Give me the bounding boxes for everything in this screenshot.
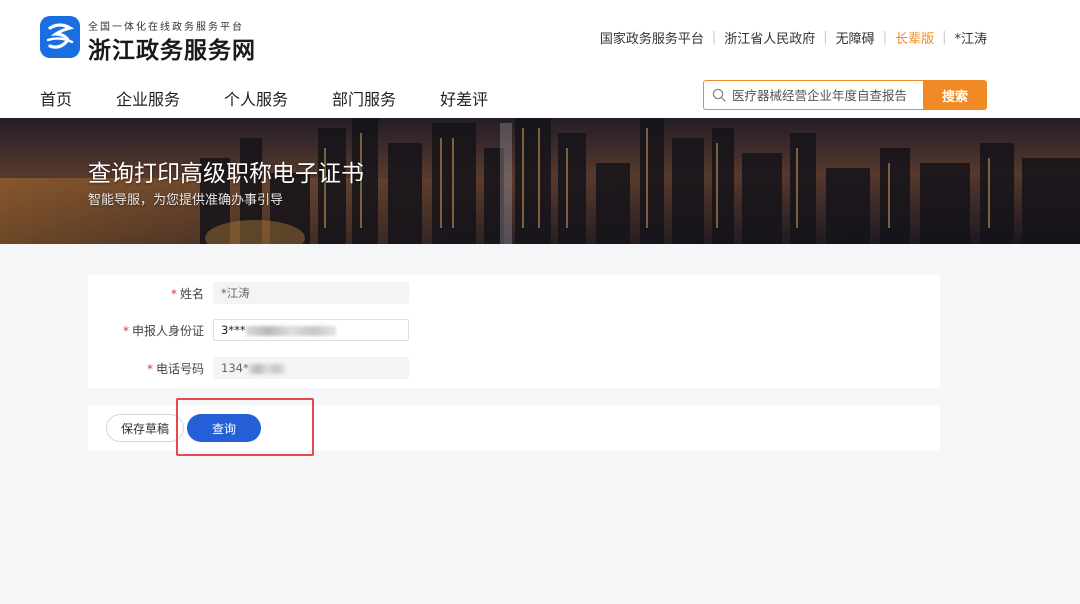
id-number-field[interactable]: 3*** <box>213 319 409 341</box>
required-mark: * <box>170 287 177 301</box>
divider: | <box>711 30 717 45</box>
nav-item-personal[interactable]: 个人服务 <box>224 86 288 110</box>
form-row-phone: * 电话号码 134* <box>88 357 940 379</box>
search-input[interactable] <box>732 85 918 105</box>
link-national-platform[interactable]: 国家政务服务平台 <box>600 28 704 47</box>
main-nav: 首页 企业服务 个人服务 部门服务 好差评 <box>40 86 532 110</box>
page-title: 查询打印高级职称电子证书 <box>88 161 364 187</box>
name-label: * 姓名 <box>170 287 204 301</box>
link-provincial-government[interactable]: 浙江省人民政府 <box>724 28 815 47</box>
nav-item-home[interactable]: 首页 <box>40 86 72 110</box>
link-elder-version[interactable]: 长辈版 <box>895 28 934 47</box>
highlight-box <box>176 398 314 456</box>
page-banner: 查询打印高级职称电子证书 智能导服，为您提供准确办事引导 <box>0 118 1080 244</box>
logo-icon <box>40 16 80 58</box>
top-links: 国家政务服务平台 | 浙江省人民政府 | 无障碍 | 长辈版 | *江涛 <box>600 28 987 47</box>
required-mark: * <box>122 324 129 338</box>
search-button[interactable]: 搜索 <box>923 80 987 110</box>
save-draft-button[interactable]: 保存草稿 <box>106 414 184 442</box>
divider: | <box>823 30 828 45</box>
site-header: 全国一体化在线政务服务平台 浙江政务服务网 国家政务服务平台 | 浙江省人民政府… <box>0 0 1080 118</box>
phone-label: * 电话号码 <box>146 362 204 376</box>
id-label: * 申报人身份证 <box>122 324 204 338</box>
form-card: * 姓名 *江涛 * 申报人身份证 3*** * 电话号码 134* <box>88 275 940 388</box>
form-row-id: * 申报人身份证 3*** <box>88 319 940 341</box>
nav-item-rating[interactable]: 好差评 <box>440 86 488 110</box>
logo-title: 浙江政务服务网 <box>88 37 256 64</box>
page-subtitle: 智能导服，为您提供准确办事引导 <box>88 193 284 208</box>
form-row-name: * 姓名 *江涛 <box>88 282 940 304</box>
search-bar: 搜索 <box>703 80 987 110</box>
search-box <box>703 80 923 110</box>
search-icon <box>712 88 726 102</box>
required-mark: * <box>146 362 153 376</box>
redacted-mask <box>248 363 285 374</box>
link-accessibility[interactable]: 无障碍 <box>836 28 875 47</box>
nav-item-enterprise[interactable]: 企业服务 <box>116 86 180 110</box>
name-field[interactable]: *江涛 <box>213 282 409 304</box>
divider: | <box>942 30 947 45</box>
redacted-mask <box>245 325 336 336</box>
divider: | <box>882 30 888 45</box>
nav-item-department[interactable]: 部门服务 <box>332 86 396 110</box>
user-name-link[interactable]: *江涛 <box>954 28 987 47</box>
phone-field[interactable]: 134* <box>213 357 409 379</box>
